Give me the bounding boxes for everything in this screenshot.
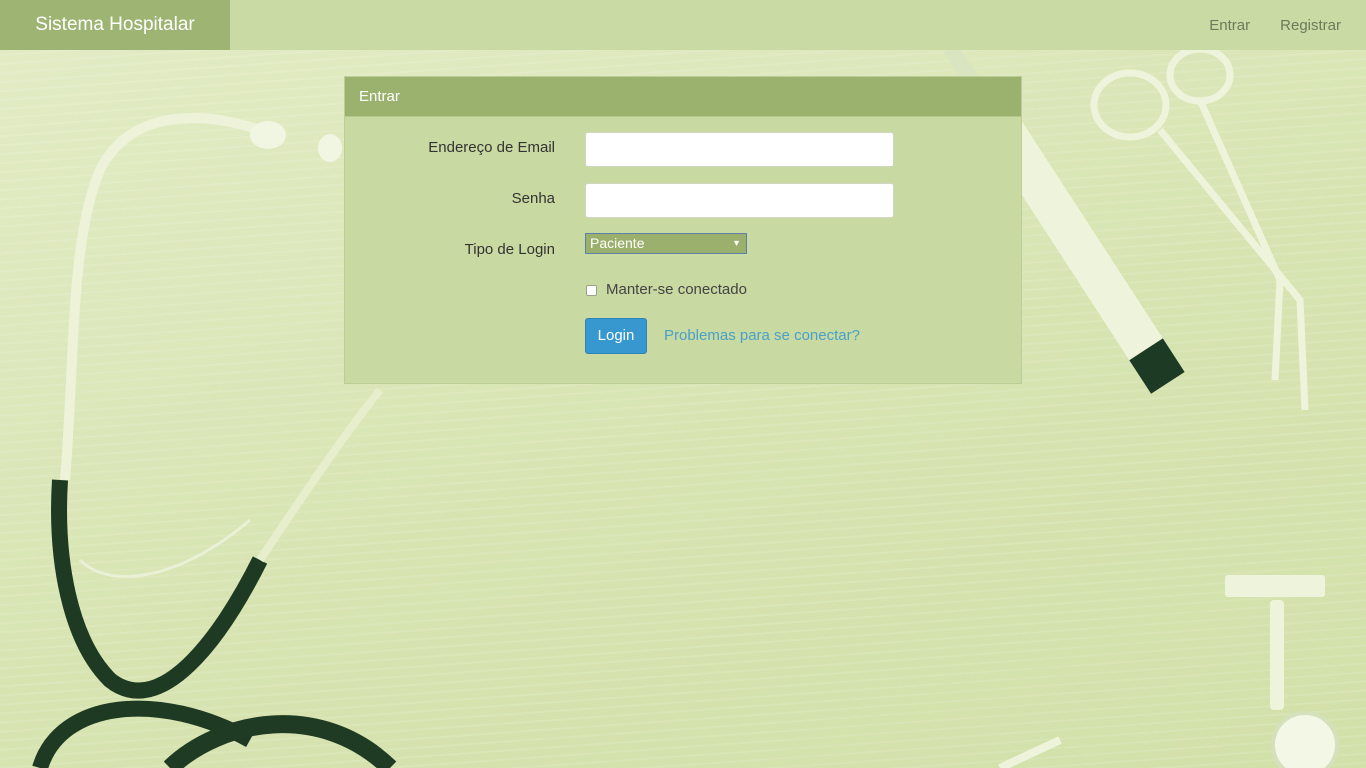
remember-checkbox[interactable] [586,285,597,296]
login-type-selected-value: Paciente [590,235,645,251]
login-type-select[interactable]: Paciente ▼ [585,233,747,254]
login-button[interactable]: Login [585,318,647,354]
nav-links: Entrar Registrar [1179,0,1341,50]
nav-link-registrar[interactable]: Registrar [1280,17,1341,34]
panel-heading: Entrar [345,77,1021,117]
select-arrow-icon: ▼ [732,238,741,248]
login-panel: Entrar Endereço de Email Senha Tipo de L… [344,76,1022,384]
nav-link-entrar[interactable]: Entrar [1209,17,1250,34]
brand-logo[interactable]: Sistema Hospitalar [0,0,230,50]
password-label: Senha [511,190,555,207]
password-field[interactable] [585,183,894,218]
login-type-label: Tipo de Login [464,241,555,258]
email-label: Endereço de Email [428,139,555,156]
navbar: Sistema Hospitalar Entrar Registrar [0,0,1366,50]
problems-link[interactable]: Problemas para se conectar? [664,327,860,344]
remember-label[interactable]: Manter-se conectado [606,281,747,298]
email-field[interactable] [585,132,894,167]
